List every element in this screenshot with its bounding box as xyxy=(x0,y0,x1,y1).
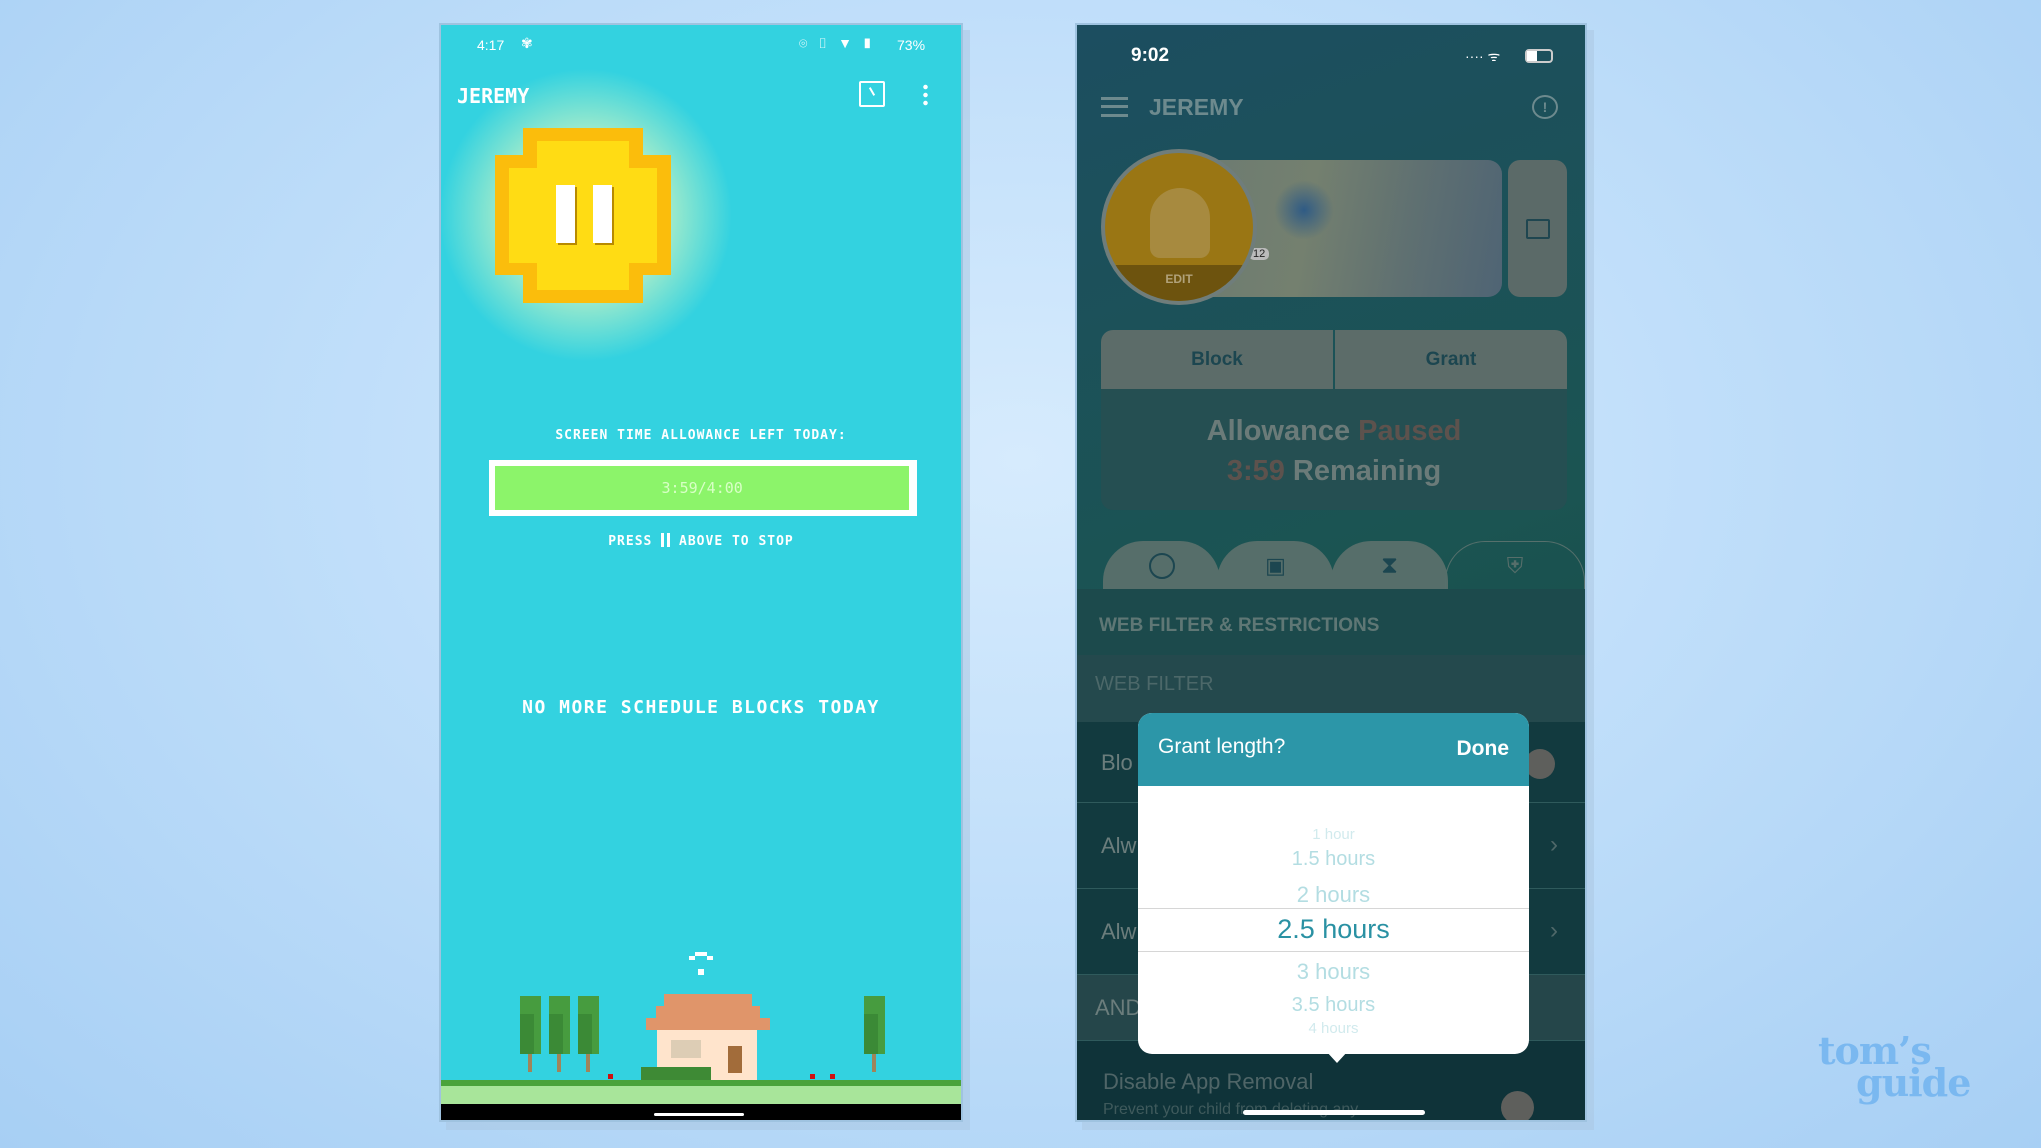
grant-length-popup: Grant length? Done 1 hour 1.5 hours 2 ho… xyxy=(1138,713,1529,1054)
pixel-scene xyxy=(441,925,961,1085)
remaining-word: Remaining xyxy=(1292,455,1442,487)
section-title: WEB FILTER & RESTRICTIONS xyxy=(1099,615,1380,636)
press-hint-start: PRESS xyxy=(608,534,653,549)
picker-option[interactable]: 2 hours xyxy=(1138,882,1529,908)
allowance-word: Allowance xyxy=(1206,415,1351,447)
picker-selected-option[interactable]: 2.5 hours xyxy=(1138,914,1529,945)
more-vert-icon[interactable] xyxy=(923,83,928,107)
battery-icon xyxy=(1525,49,1553,63)
status-icons: ⌾▯▼▮ xyxy=(799,35,883,52)
press-hint: PRESS ABOVE TO STOP xyxy=(441,533,961,549)
pause-icon xyxy=(556,185,612,243)
child-name-title: JEREMY xyxy=(1149,94,1244,120)
picker-option[interactable]: 3 hours xyxy=(1138,959,1529,985)
home-indicator[interactable] xyxy=(1243,1110,1425,1115)
tab-restrictions[interactable]: ⛨ xyxy=(1445,541,1585,590)
apps-icon: ▣ xyxy=(1265,552,1286,578)
schedule-message: NO MORE SCHEDULE BLOCKS TODAY xyxy=(522,697,880,718)
popup-title: Grant length? xyxy=(1158,735,1286,758)
status-time: 4:17 xyxy=(477,37,505,53)
picker-option[interactable]: 3.5 hours xyxy=(1138,994,1529,1017)
disable-app-removal-title: Disable App Removal xyxy=(1103,1069,1314,1094)
home-indicator[interactable] xyxy=(654,1113,744,1116)
clock-icon xyxy=(1148,552,1175,579)
allowance-progress-bar: 3:59/4:00 xyxy=(489,460,917,516)
allowance-value: 3:59/4:00 xyxy=(661,479,743,497)
picker-option[interactable]: 1.5 hours xyxy=(1138,848,1529,871)
status-time: 9:02 xyxy=(1131,45,1170,66)
location-icon: ⌾ xyxy=(799,35,818,51)
house xyxy=(641,994,771,1084)
signal-wifi-icon: ···· ᯤ xyxy=(1465,48,1501,64)
tab-time-limits[interactable]: ⧗ xyxy=(1331,541,1448,590)
allowance-label: SCREEN TIME ALLOWANCE LEFT TODAY: xyxy=(555,428,847,443)
pause-button[interactable] xyxy=(495,128,671,303)
chevron-right-icon: › xyxy=(1550,831,1558,858)
battery-percent: 73% xyxy=(897,37,926,53)
press-hint-end: ABOVE TO STOP xyxy=(679,534,794,549)
vibrate-icon: ▯ xyxy=(817,35,839,51)
alert-chat-icon[interactable]: ! xyxy=(1532,95,1558,119)
battery-icon: ▮ xyxy=(861,35,883,51)
child-name-title: JEREMY xyxy=(457,84,530,108)
wifi-pixel-icon xyxy=(689,952,713,980)
done-button[interactable]: Done xyxy=(1457,737,1510,761)
picker-option[interactable]: 1 hour xyxy=(1138,826,1529,843)
small-pause-icon xyxy=(661,533,671,547)
picker-option[interactable]: 4 hours xyxy=(1138,1020,1529,1037)
photo-button[interactable] xyxy=(1508,160,1567,297)
tab-apps[interactable]: ▣ xyxy=(1217,541,1334,590)
allowance-state: Paused xyxy=(1358,415,1462,447)
avatar[interactable]: EDIT xyxy=(1101,149,1257,305)
remaining-time: 3:59 xyxy=(1226,455,1285,487)
avatar-edit[interactable]: EDIT xyxy=(1105,265,1253,301)
hamburger-menu-icon[interactable] xyxy=(1101,97,1128,117)
shield-x-icon: ⛨ xyxy=(1506,553,1524,578)
toggle[interactable] xyxy=(1501,1091,1534,1120)
duration-picker[interactable]: 1 hour 1.5 hours 2 hours 2.5 hours 3 hou… xyxy=(1138,786,1529,1054)
toggle[interactable] xyxy=(1525,749,1555,779)
toms-guide-logo: tom’s guide xyxy=(1818,1028,1971,1105)
wifi-icon: ▼ xyxy=(838,35,862,51)
hourglass-icon: ⧗ xyxy=(1381,551,1398,579)
android-phone-screen: 4:17 ✾ ⌾▯▼▮ 73% JEREMY SCREEN TIME ALLOW… xyxy=(439,23,963,1122)
popup-arrow xyxy=(1326,1051,1348,1063)
grant-button[interactable]: Grant xyxy=(1335,330,1567,389)
ios-phone-screen: 9:02 ···· ᯤ JEREMY ! 12 EDIT Block Grant… xyxy=(1075,23,1587,1122)
web-filter-header: WEB FILTER xyxy=(1077,655,1585,722)
allowance-status: Allowance Paused 3:59 Remaining xyxy=(1101,389,1567,510)
tab-schedule[interactable] xyxy=(1103,541,1220,590)
block-button[interactable]: Block xyxy=(1101,330,1333,389)
fan-icon: ✾ xyxy=(521,35,533,51)
chevron-right-icon: › xyxy=(1550,917,1558,944)
clock-icon[interactable] xyxy=(859,81,885,107)
image-icon xyxy=(1525,218,1550,239)
